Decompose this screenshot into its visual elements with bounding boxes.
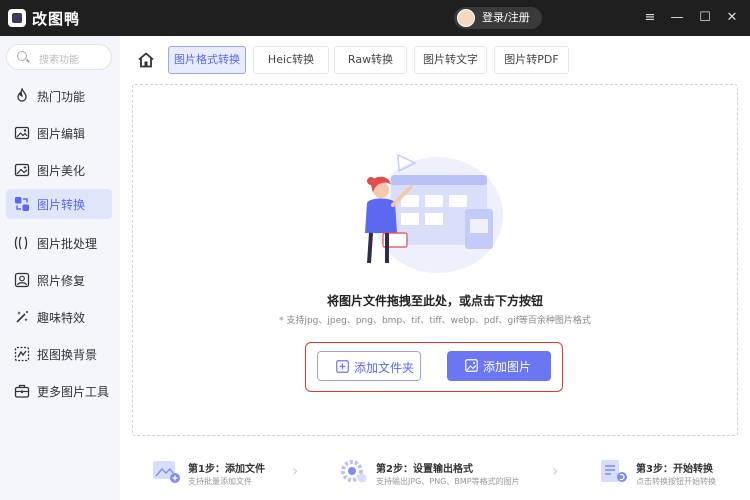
- add-file-icon: [153, 461, 180, 483]
- sidebar-item-label: 照片修复: [37, 274, 86, 288]
- image-convert-icon: [15, 197, 29, 211]
- sidebar-item-hot[interactable]: 热门功能: [6, 81, 112, 111]
- sidebar: 搜索功能 热门功能 图片编辑 图片美化 图片转换 图片批处理 照片修复 趣味特效…: [0, 36, 120, 500]
- step-title: 第2步：设置输出格式: [376, 464, 473, 475]
- flame-icon: [17, 88, 27, 102]
- cutout-icon: [14, 346, 30, 362]
- image-icon: [465, 359, 478, 372]
- close-icon[interactable]: ✕: [722, 8, 742, 28]
- batch-icon: [14, 236, 28, 250]
- home-icon[interactable]: [136, 50, 156, 70]
- sidebar-item-more-tools[interactable]: 更多图片工具: [6, 376, 112, 406]
- minimize-icon[interactable]: —: [667, 8, 687, 28]
- tab-heic-convert[interactable]: Heic转换: [253, 46, 329, 74]
- title-bar: 改图鸭 登录/注册 ≡ — ☐ ✕: [0, 0, 750, 36]
- toolbox-icon: [14, 384, 30, 398]
- app-title: 改图鸭: [32, 10, 81, 28]
- sidebar-item-label: 图片编辑: [37, 127, 86, 141]
- upload-illustration: [365, 153, 503, 273]
- tab-image-format-convert[interactable]: 图片格式转换: [168, 46, 246, 74]
- sidebar-item-label: 图片转换: [37, 198, 86, 212]
- settings-gear-icon: [341, 460, 367, 483]
- main-panel: 图片格式转换 Heic转换 Raw转换 图片转文字 图片转PDF 将图片文件拖拽…: [120, 36, 750, 500]
- add-image-label: 添加图片: [483, 360, 532, 374]
- image-edit-icon: [14, 126, 30, 140]
- login-label: 登录/注册: [482, 11, 530, 24]
- drop-zone-title: 将图片文件拖拽至此处，或点击下方按钮: [326, 294, 543, 308]
- add-image-button[interactable]: 添加图片: [447, 351, 551, 381]
- convert-icon: [601, 460, 627, 482]
- sidebar-item-label: 图片批处理: [37, 237, 98, 251]
- sidebar-item-batch[interactable]: 图片批处理: [6, 228, 112, 258]
- step-desc: 支持批量添加文件: [188, 477, 252, 486]
- image-beautify-icon: [14, 163, 30, 177]
- search-placeholder: 搜索功能: [39, 55, 79, 66]
- step-title: 第3步：开始转换: [636, 464, 713, 475]
- sidebar-item-image-convert[interactable]: 图片转换: [6, 189, 112, 219]
- sidebar-item-label: 抠图换背景: [37, 348, 98, 362]
- app-window: 改图鸭 登录/注册 ≡ — ☐ ✕ 搜索功能 热门功能 图片编辑 图片美化 图片: [0, 0, 750, 500]
- menu-icon[interactable]: ≡: [640, 8, 660, 28]
- sidebar-item-label: 趣味特效: [37, 311, 86, 325]
- sidebar-item-label: 图片美化: [37, 164, 86, 178]
- magic-wand-icon: [16, 311, 28, 323]
- step-desc: 支持输出JPG、PNG、BMP等格式的图片: [376, 477, 520, 486]
- avatar: [457, 9, 475, 27]
- sidebar-item-cutout[interactable]: 抠图换背景: [6, 339, 112, 369]
- search-icon: [17, 51, 27, 61]
- add-folder-icon: [336, 360, 349, 373]
- sidebar-item-effects[interactable]: 趣味特效: [6, 302, 112, 332]
- photo-repair-icon: [14, 272, 30, 288]
- chevron-right-icon: ›: [292, 461, 299, 480]
- tab-image-to-text[interactable]: 图片转文字: [414, 46, 487, 74]
- step-title: 第1步：添加文件: [188, 464, 265, 475]
- drop-zone[interactable]: 将图片文件拖拽至此处，或点击下方按钮 * 支持jpg、jpeg、png、bmp、…: [132, 84, 738, 436]
- step-desc: 点击转换按钮开始转换: [636, 477, 716, 486]
- sidebar-item-image-beautify[interactable]: 图片美化: [6, 155, 112, 185]
- steps-bar: 第1步：添加文件 支持批量添加文件 › 第2步：设置输出格式 支持输出JPG、P…: [120, 444, 750, 500]
- login-button[interactable]: 登录/注册: [454, 7, 542, 29]
- add-buttons-highlight: 添加文件夹 添加图片: [305, 342, 563, 392]
- sidebar-item-photo-repair[interactable]: 照片修复: [6, 265, 112, 295]
- maximize-icon[interactable]: ☐: [695, 8, 715, 28]
- sidebar-item-label: 热门功能: [37, 90, 86, 104]
- chevron-right-icon: ›: [552, 461, 559, 480]
- tab-image-to-pdf[interactable]: 图片转PDF: [494, 46, 569, 74]
- drop-zone-subtitle: * 支持jpg、jpeg、png、bmp、tif、tiff、webp、pdf、g…: [279, 316, 591, 326]
- search-input[interactable]: 搜索功能: [6, 44, 112, 70]
- add-folder-button[interactable]: 添加文件夹: [317, 351, 421, 381]
- app-logo-icon: [8, 9, 26, 27]
- sidebar-item-image-edit[interactable]: 图片编辑: [6, 118, 112, 148]
- sidebar-item-label: 更多图片工具: [37, 385, 110, 399]
- add-folder-label: 添加文件夹: [354, 361, 415, 375]
- tab-raw-convert[interactable]: Raw转换: [334, 46, 407, 74]
